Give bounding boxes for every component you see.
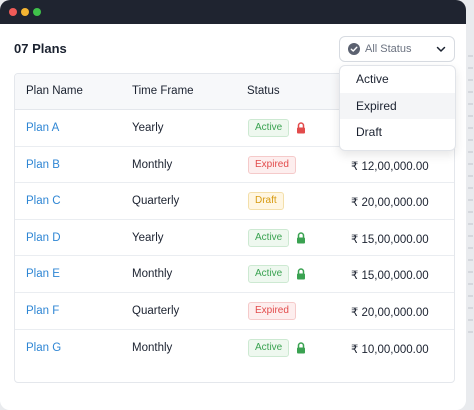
- time-frame-cell: Quarterly: [132, 304, 180, 317]
- main-content: 07 Plans All Status Plan Name Time Frame…: [0, 24, 466, 410]
- table-row[interactable]: Plan G Monthly Active ₹ 10,00,000.00: [15, 330, 454, 367]
- time-frame-cell: Yearly: [132, 122, 164, 134]
- status-badge: Expired: [248, 155, 296, 174]
- amount-cell: ₹ 15,00,000.00: [351, 270, 429, 283]
- plan-name-link[interactable]: Plan E: [26, 268, 60, 280]
- dropdown-option-active[interactable]: Active: [340, 66, 455, 93]
- amount-cell: ₹ 15,00,000.00: [351, 233, 429, 246]
- table-row[interactable]: Plan D Yearly Active ₹ 15,00,000.00: [15, 220, 454, 257]
- app-window: 07 Plans All Status Plan Name Time Frame…: [0, 0, 466, 410]
- chevron-down-icon: [436, 46, 446, 52]
- minimize-window-button[interactable]: [21, 8, 29, 16]
- status-badge: Draft: [248, 192, 284, 211]
- maximize-window-button[interactable]: [33, 8, 41, 16]
- status-filter-select[interactable]: All Status: [339, 36, 455, 62]
- plan-name-link[interactable]: Plan A: [26, 122, 59, 134]
- time-frame-cell: Yearly: [132, 231, 164, 244]
- status-filter-label: All Status: [365, 43, 412, 55]
- table-row[interactable]: Plan F Quarterly Expired ₹ 20,00,000.00: [15, 293, 454, 330]
- amount-cell: ₹ 20,00,000.00: [351, 197, 429, 210]
- amount-cell: ₹ 12,00,000.00: [351, 160, 429, 173]
- lock-icon[interactable]: [296, 122, 306, 134]
- status-badge: Expired: [248, 301, 296, 320]
- background-pattern: [468, 55, 473, 335]
- time-frame-cell: Monthly: [132, 341, 173, 354]
- close-window-button[interactable]: [9, 8, 17, 16]
- plan-name-link[interactable]: Plan F: [26, 305, 59, 317]
- column-header-status[interactable]: Status: [247, 85, 280, 97]
- lock-icon[interactable]: [296, 232, 306, 244]
- status-badge: Active: [248, 338, 290, 357]
- plan-name-link[interactable]: Plan C: [26, 195, 61, 207]
- title-bar: [0, 0, 466, 24]
- status-badge: Active: [248, 228, 290, 247]
- table-row[interactable]: Plan B Monthly Expired ₹ 12,00,000.00: [15, 147, 454, 184]
- column-header-plan-name[interactable]: Plan Name: [26, 85, 83, 97]
- lock-icon[interactable]: [296, 341, 306, 354]
- amount-cell: ₹ 20,00,000.00: [351, 306, 429, 319]
- plan-name-link[interactable]: Plan B: [26, 159, 60, 171]
- status-badge: Active: [248, 265, 290, 284]
- time-frame-cell: Monthly: [132, 158, 173, 171]
- status-filter-dropdown: Active Expired Draft: [339, 65, 456, 151]
- amount-cell: ₹ 10,00,000.00: [351, 343, 429, 356]
- plan-name-link[interactable]: Plan D: [26, 232, 61, 244]
- time-frame-cell: Monthly: [132, 268, 173, 281]
- check-circle-icon: [348, 43, 360, 55]
- table-row[interactable]: Plan C Quarterly Draft ₹ 20,00,000.00: [15, 183, 454, 220]
- plans-count-title: 07 Plans: [14, 41, 67, 56]
- table-row[interactable]: Plan E Monthly Active ₹ 15,00,000.00: [15, 256, 454, 293]
- dropdown-option-draft[interactable]: Draft: [340, 119, 455, 146]
- status-badge: Active: [248, 119, 290, 137]
- lock-icon[interactable]: [296, 268, 306, 280]
- time-frame-cell: Quarterly: [132, 195, 180, 208]
- plan-name-link[interactable]: Plan G: [26, 342, 61, 354]
- column-header-time-frame[interactable]: Time Frame: [132, 85, 194, 97]
- background-edge: [466, 0, 474, 410]
- dropdown-option-expired[interactable]: Expired: [340, 92, 455, 120]
